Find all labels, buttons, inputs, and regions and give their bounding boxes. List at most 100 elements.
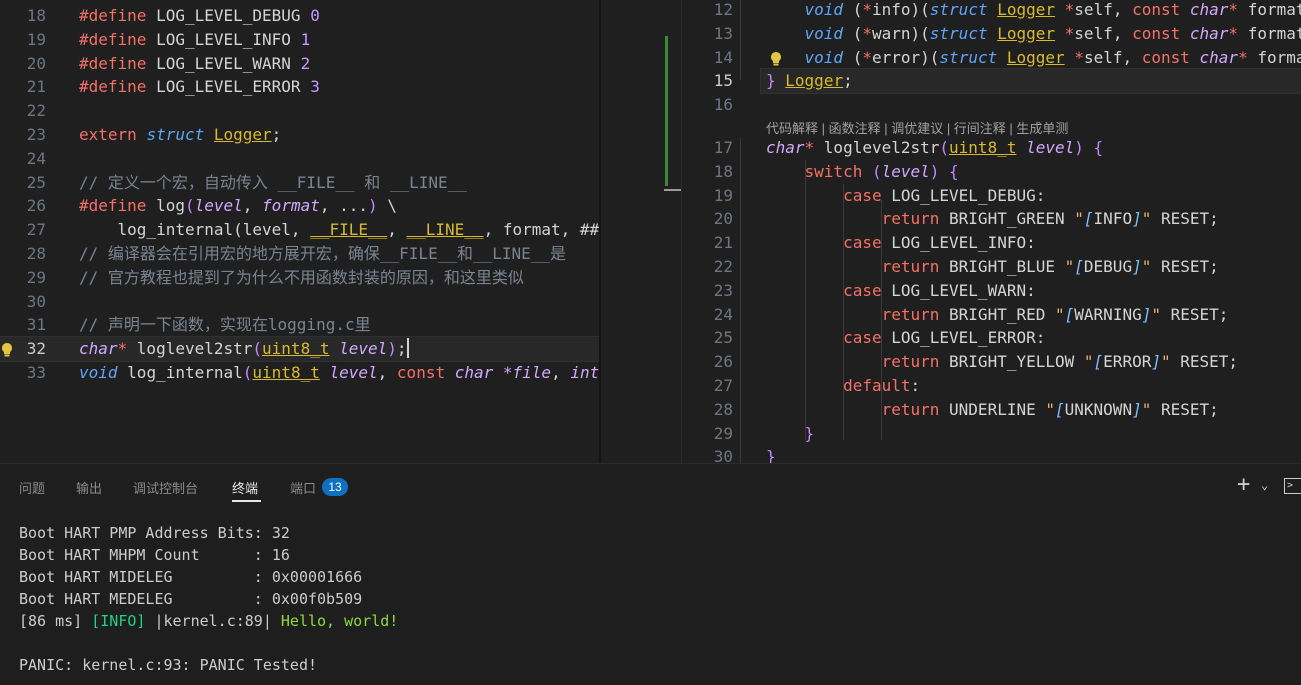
code-line[interactable]: 29 } xyxy=(601,422,1301,446)
code-token: LOG_LEVEL_WARN xyxy=(156,53,291,73)
code-line[interactable]: 21 #define LOG_LEVEL_ERROR 3 xyxy=(0,75,600,99)
code-line[interactable]: 31 // 声明一下函数，实现在logging.c里 xyxy=(0,313,600,337)
line-number: 30 xyxy=(26,291,46,311)
code-token: " xyxy=(1160,352,1171,372)
code-token: [ xyxy=(1093,352,1104,372)
indent-guide xyxy=(740,138,741,463)
code-text: return BRIGHT_YELLOW "[ERROR]" RESET; xyxy=(766,350,1238,374)
code-line[interactable]: 17 char* loglevel2str(uint8_t level) { xyxy=(601,136,1301,160)
code-token: uint8_t xyxy=(262,339,330,359)
line-number: 19 xyxy=(713,185,733,205)
code-line[interactable]: 19 case LOG_LEVEL_DEBUG: xyxy=(601,184,1301,208)
left-editor[interactable]: 18 #define LOG_LEVEL_DEBUG 0 19 #define LOG… xyxy=(0,0,600,463)
code-line[interactable]: 26 #define log(level, format, ...) \ xyxy=(0,194,600,218)
code-token: } xyxy=(766,447,776,463)
code-token: " xyxy=(1083,352,1094,372)
code-text: #define log(level, format, ...) \ xyxy=(79,194,397,218)
code-line[interactable]: 27 default: xyxy=(601,374,1301,398)
code-token: #define xyxy=(79,196,157,216)
code-line[interactable]: 24 return BRIGHT_RED "[WARNING]" RESET; xyxy=(601,303,1301,327)
code-line[interactable]: 30 xyxy=(0,290,600,314)
log-level: [INFO] xyxy=(91,612,146,630)
indent-guide xyxy=(881,200,882,440)
code-token: level xyxy=(339,339,388,359)
code-line[interactable]: 18 switch (level) { xyxy=(601,160,1301,184)
code-line[interactable]: 23 extern struct Logger; xyxy=(0,123,600,147)
terminal-icon[interactable]: > xyxy=(1284,478,1301,494)
code-text: } xyxy=(766,445,776,463)
code-text: // 编译器会在引用宏的地方展开宏，确保__FILE__和__LINE__是 xyxy=(79,242,566,266)
code-text: case LOG_LEVEL_INFO: xyxy=(766,231,1036,255)
code-line[interactable]: 22 xyxy=(0,99,600,123)
right-editor[interactable]: 代码解释 | 函数注释 | 调优建议 | 行间注释 | 生成单测 12 void… xyxy=(601,0,1301,463)
code-line[interactable]: 30} xyxy=(601,445,1301,463)
tab-terminal[interactable]: 终端 xyxy=(232,478,258,497)
code-text: // 声明一下函数，实现在logging.c里 xyxy=(79,313,371,337)
code-line[interactable]: 28 return UNDERLINE "[UNKNOWN]" RESET; xyxy=(601,398,1301,422)
code-token: UNDERLINE xyxy=(949,399,1046,419)
code-line[interactable]: 27 log_internal(level, __FILE__, __LINE_… xyxy=(0,218,600,242)
code-token: , format, ## xyxy=(483,220,600,240)
chevron-down-icon[interactable]: ⌄ xyxy=(1261,478,1268,492)
code-token: \ xyxy=(377,196,397,216)
code-text: case LOG_LEVEL_DEBUG: xyxy=(766,184,1045,208)
code-token: ) xyxy=(368,196,378,216)
bottom-panel: 问题 输出 调试控制台 终端 端口 13 + ⌄ > Boot HART PMP… xyxy=(0,463,1301,685)
code-token: ( xyxy=(242,363,253,382)
code-token: } xyxy=(766,423,815,443)
code-token: case xyxy=(766,233,892,253)
tab-problems[interactable]: 问题 xyxy=(19,478,45,497)
code-token: * xyxy=(117,339,137,359)
code-token: RESET; xyxy=(1170,352,1239,372)
code-line[interactable]: 33 void log_internal(uint8_t level, const… xyxy=(0,361,600,385)
code-token: case xyxy=(766,280,892,300)
code-token: , xyxy=(387,220,407,240)
code-line[interactable]: 29 // 官方教程也提到了为什么不用函数封装的原因，和这里类似 xyxy=(0,266,600,290)
code-line[interactable]: 25 // 定义一个宏，自动传入 __FILE__ 和 __LINE__ xyxy=(0,171,600,195)
log-time: [86 ms] xyxy=(19,612,92,630)
line-number: 31 xyxy=(26,315,46,335)
code-token: switch xyxy=(766,161,872,181)
code-line[interactable]: 25 case LOG_LEVEL_ERROR: xyxy=(601,326,1301,350)
code-token: level xyxy=(881,161,930,181)
code-line[interactable]: 18 #define LOG_LEVEL_DEBUG 0 xyxy=(0,4,600,28)
code-token: *file xyxy=(502,363,552,382)
tab-ports[interactable]: 端口 xyxy=(290,478,316,497)
code-line[interactable]: 28 // 编译器会在引用宏的地方展开宏，确保__FILE__和__LINE__是 xyxy=(0,242,600,266)
code-line[interactable]: 20 #define LOG_LEVEL_WARN 2 xyxy=(0,52,600,76)
code-token: " xyxy=(1064,257,1075,276)
new-terminal-plus-icon[interactable]: + xyxy=(1237,474,1250,496)
line-number: 28 xyxy=(26,244,46,263)
line-number: 29 xyxy=(26,267,46,287)
code-line[interactable]: 22 return BRIGHT_BLUE "[DEBUG]" RESET; xyxy=(601,255,1301,279)
line-number: 22 xyxy=(713,257,733,276)
code-token: #define xyxy=(79,29,157,49)
code-line[interactable]: 19 #define LOG_LEVEL_INFO 1 xyxy=(0,28,600,52)
code-line[interactable]: 23 case LOG_LEVEL_WARN: xyxy=(601,279,1301,303)
line-number: 18 xyxy=(26,6,46,25)
code-line[interactable]: 32 char* loglevel2str(uint8_t level); xyxy=(0,336,600,363)
code-token: " xyxy=(1141,399,1152,419)
tab-debug-console[interactable]: 调试控制台 xyxy=(133,478,198,497)
lightbulb-icon[interactable] xyxy=(0,341,14,357)
code-text: // 定义一个宏，自动传入 __FILE__ 和 __LINE__ xyxy=(79,171,467,195)
active-tab-indicator xyxy=(232,500,261,502)
code-token: return xyxy=(766,399,950,419)
code-line[interactable]: 24 xyxy=(0,147,600,171)
tab-output[interactable]: 输出 xyxy=(76,478,102,497)
code-line[interactable]: 21 case LOG_LEVEL_INFO: xyxy=(601,231,1301,255)
code-token: BRIGHT_BLUE xyxy=(949,257,1065,276)
code-line[interactable]: 20 return BRIGHT_GREEN "[INFO]" RESET; xyxy=(601,207,1301,231)
log-message: Hello, world! xyxy=(280,612,399,630)
code-text: void log_internal(uint8_t level, const c… xyxy=(79,361,599,385)
terminal-line: [86 ms] [INFO] |kernel.c:89| Hello, worl… xyxy=(19,610,398,632)
code-token: const xyxy=(396,363,455,382)
code-text: #define LOG_LEVEL_WARN 2 xyxy=(79,52,310,76)
line-number: 21 xyxy=(26,77,46,97)
terminal-line: Boot HART MEDELEG : 0x00f0b509 xyxy=(19,590,363,608)
code-line[interactable]: 26 return BRIGHT_YELLOW "[ERROR]" RESET; xyxy=(601,350,1301,374)
line-number: 26 xyxy=(26,196,46,216)
code-token: default xyxy=(766,376,911,395)
